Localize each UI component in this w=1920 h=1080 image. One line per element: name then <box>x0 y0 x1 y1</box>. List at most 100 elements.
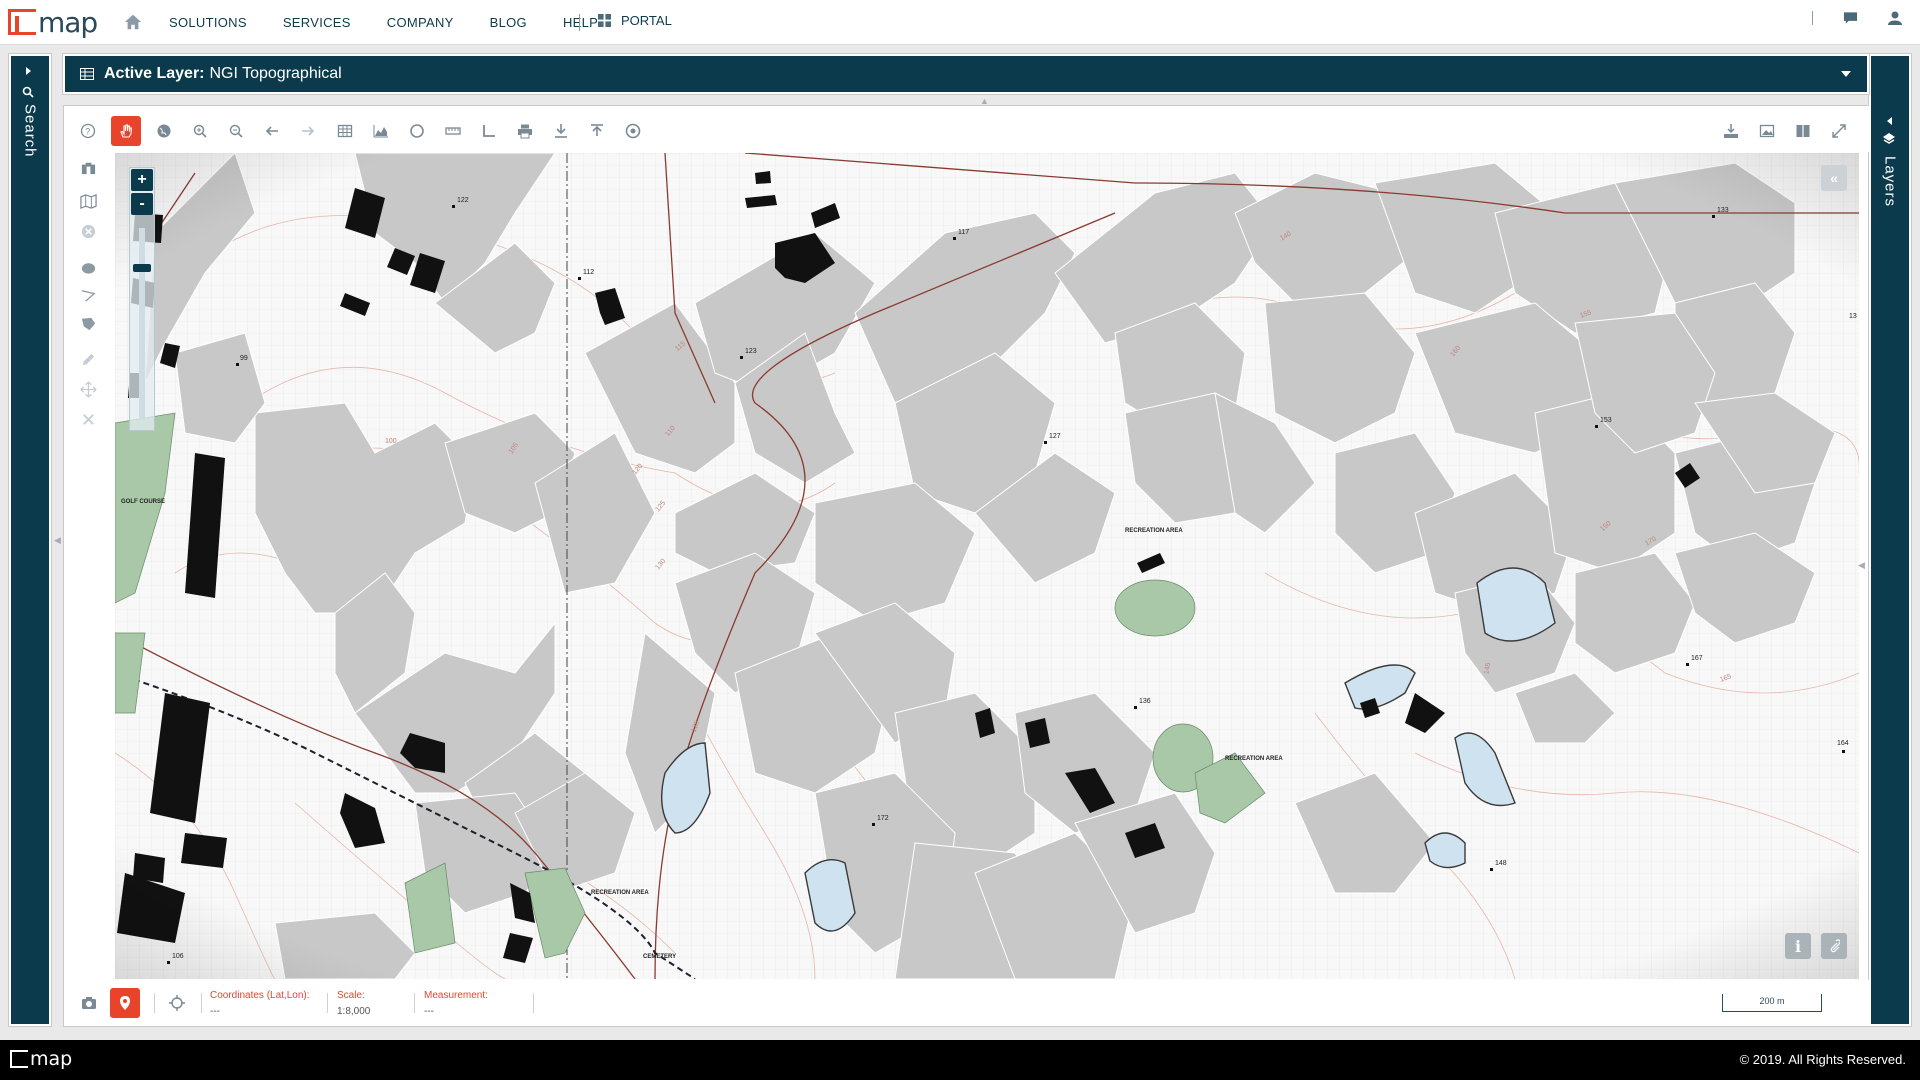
status-divider <box>414 993 415 1013</box>
home-icon[interactable] <box>124 13 142 31</box>
split-view-button[interactable] <box>1788 116 1818 146</box>
coordinates-label: Coordinates (Lat,Lon): <box>210 990 310 1001</box>
pencil-icon <box>82 353 94 365</box>
elevation-button[interactable] <box>366 116 396 146</box>
circle-button[interactable] <box>402 116 432 146</box>
logo-mark <box>8 9 36 35</box>
map-panel: ? GOLF COURSE RECREATION AREA RECREATION… <box>63 105 1870 1027</box>
globe-button[interactable] <box>149 116 179 146</box>
map-label-recreation-area: RECREATION AREA <box>1225 756 1283 762</box>
angle-button[interactable] <box>474 116 504 146</box>
expand-icon <box>1832 124 1846 138</box>
zoom-out-button[interactable]: - <box>131 193 153 215</box>
user-icon[interactable] <box>1888 11 1902 25</box>
spot-height-label: 117 <box>958 229 970 236</box>
search-sidebar-toggle[interactable]: Search <box>8 53 52 1027</box>
forward-button[interactable] <box>293 116 323 146</box>
zoom-out-icon <box>229 124 243 138</box>
map-label-golf-course: GOLF COURSE <box>121 499 166 505</box>
print-icon <box>518 124 532 139</box>
area-chart-icon <box>373 125 388 138</box>
top-navbar: map SOLUTIONS SERVICES COMPANY BLOG HELP… <box>0 0 1920 45</box>
active-layer-bar[interactable]: Active Layer: NGI Topographical <box>62 53 1870 95</box>
chat-icon[interactable] <box>1843 11 1858 25</box>
footer-logo[interactable]: map <box>10 1048 72 1070</box>
scale-readout: Scale: 1:8,000 <box>337 990 370 1017</box>
export-button[interactable] <box>1716 116 1746 146</box>
map-canvas[interactable]: GOLF COURSE RECREATION AREA RECREATION A… <box>115 153 1859 979</box>
footer-logo-text: map <box>30 1048 73 1070</box>
scale-value: 1:8,000 <box>337 1006 371 1017</box>
logo[interactable]: map <box>8 6 98 39</box>
spot-height-label: 106 <box>172 953 184 960</box>
nav-services[interactable]: SERVICES <box>283 15 351 30</box>
nav-portal[interactable]: PORTAL <box>598 13 672 28</box>
settings-button[interactable] <box>618 116 648 146</box>
clear-button[interactable] <box>73 216 103 246</box>
binoculars-button[interactable] <box>73 152 103 182</box>
table-button[interactable] <box>330 116 360 146</box>
pan-button[interactable] <box>111 116 141 146</box>
nav-solutions[interactable]: SOLUTIONS <box>169 15 247 30</box>
draw-polygon-button[interactable] <box>73 308 103 338</box>
coordinates-readout: Coordinates (Lat,Lon): --- <box>210 990 310 1017</box>
scale-label: Scale: <box>337 990 365 1001</box>
back-button[interactable] <box>257 116 287 146</box>
measure-button[interactable] <box>438 116 468 146</box>
map-side-tools <box>64 152 114 978</box>
screenshot-button[interactable] <box>74 988 104 1018</box>
chevron-down-icon[interactable] <box>1841 71 1851 77</box>
map-pin-icon <box>120 996 130 1010</box>
panel-handle-left[interactable]: ◀ <box>54 535 61 546</box>
spot-height-label: 153 <box>1600 417 1612 424</box>
chevron-left-icon <box>1887 117 1892 125</box>
zoom-out-button[interactable] <box>221 116 251 146</box>
close-circle-icon <box>81 224 95 238</box>
spot-height-label: 112 <box>583 269 595 276</box>
arrow-right-icon <box>302 126 315 136</box>
zoom-slider-handle[interactable] <box>133 264 151 272</box>
locate-button[interactable] <box>162 988 192 1018</box>
draw-circle-button[interactable] <box>73 252 103 282</box>
print-button[interactable] <box>510 116 540 146</box>
image-icon <box>1759 124 1775 138</box>
draw-line-button[interactable] <box>73 280 103 310</box>
polygon-icon <box>81 317 95 330</box>
spot-height-label: 136 <box>1139 698 1151 705</box>
circle-icon <box>410 124 424 138</box>
edit-button[interactable] <box>73 344 103 374</box>
upload-button[interactable] <box>582 116 612 146</box>
measurement-value: --- <box>424 1006 434 1017</box>
zoom-slider-track[interactable] <box>139 228 145 418</box>
angle-icon <box>483 125 495 137</box>
map-icon <box>79 193 97 209</box>
nav-blog[interactable]: BLOG <box>490 15 527 30</box>
download-button[interactable] <box>546 116 576 146</box>
nav-help[interactable]: HELP <box>563 15 598 30</box>
active-layer-name: NGI Topographical <box>209 65 342 82</box>
spot-height-label: 167 <box>1691 655 1703 662</box>
status-bar: Coordinates (Lat,Lon): --- Scale: 1:8,00… <box>64 980 1870 1026</box>
spot-height-label: 99 <box>240 355 248 362</box>
help-button[interactable]: ? <box>73 116 103 146</box>
move-button[interactable] <box>73 374 103 404</box>
download-tray-icon <box>1724 124 1738 138</box>
map-label-recreation-area: RECREATION AREA <box>591 890 649 896</box>
move-icon <box>79 380 97 398</box>
nav-company[interactable]: COMPANY <box>387 15 454 30</box>
collapse-panel-button[interactable]: « <box>1821 165 1847 191</box>
delete-button[interactable] <box>73 404 103 434</box>
fullscreen-button[interactable] <box>1824 116 1854 146</box>
panel-handle-right[interactable]: ◀ <box>1858 560 1865 571</box>
layers-sidebar-toggle[interactable]: Layers <box>1868 53 1912 1027</box>
image-button[interactable] <box>1752 116 1782 146</box>
help-icon: ? <box>80 123 96 139</box>
map-button[interactable] <box>73 186 103 216</box>
spot-height-label: 133 <box>1717 207 1729 214</box>
attachment-button[interactable] <box>1821 933 1847 959</box>
info-button[interactable]: i <box>1785 933 1811 959</box>
location-pin-button[interactable] <box>110 988 140 1018</box>
spot-height-label: 13 <box>1849 313 1857 320</box>
zoom-in-button[interactable]: + <box>131 169 153 191</box>
zoom-in-button[interactable] <box>185 116 215 146</box>
